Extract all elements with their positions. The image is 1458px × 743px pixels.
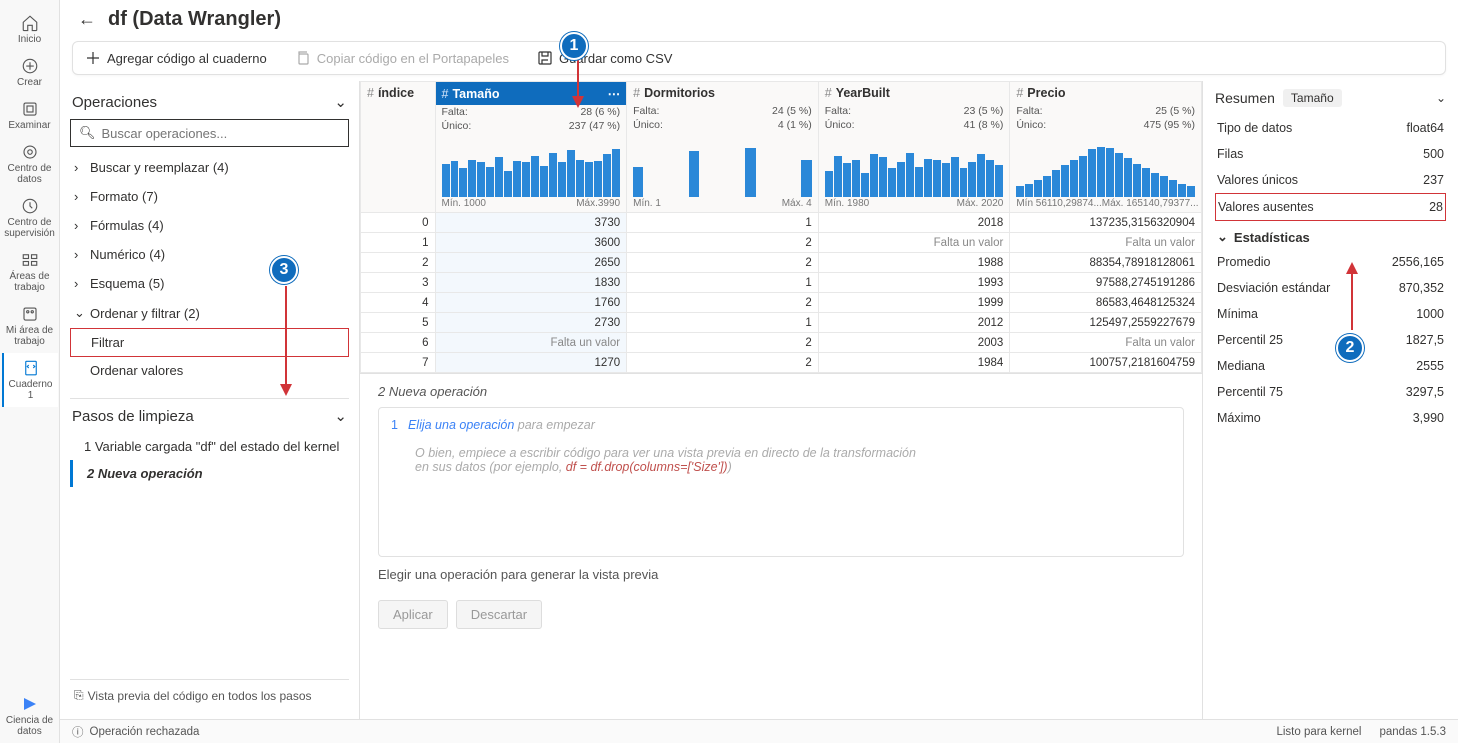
summary-row: Valores ausentes28 <box>1215 193 1446 221</box>
stats-row: Percentil 753297,5 <box>1215 379 1446 405</box>
table-row[interactable]: 0373012018137235,3156320904 <box>361 213 1202 233</box>
summary-title: Resumen <box>1215 90 1275 106</box>
status-kernel: Listo para kernel <box>1276 726 1361 738</box>
code-icon: ⎘ <box>74 688 84 703</box>
data-grid[interactable]: #índice#Tamaño⋯Falta:28 (6 %)Único:237 (… <box>360 81 1202 373</box>
search-operations[interactable]: 🔍︎ <box>70 119 349 147</box>
chevron-down-icon: ⌄ <box>74 305 84 321</box>
operations-panel: Operaciones ⌄ 🔍︎ ›Buscar y reemplazar (4… <box>60 81 360 719</box>
column-header[interactable]: #PrecioFalta:25 (5 %)Único:475 (95 %)Mín… <box>1010 82 1202 213</box>
cleaning-step[interactable]: 1 Variable cargada "df" del estado del k… <box>70 433 349 460</box>
back-button[interactable]: ← <box>78 9 96 30</box>
callout-1: 1 <box>560 32 588 60</box>
nav-centro-datos[interactable]: Centro de datos <box>2 137 58 191</box>
code-editor[interactable]: 1Elija una operación para empezar O bien… <box>378 407 1184 557</box>
chevron-down-icon: ⌄ <box>1217 229 1228 245</box>
column-header[interactable]: #DormitoriosFalta:24 (5 %)Único:4 (1 %)M… <box>627 82 819 213</box>
nav-inicio[interactable]: Inicio <box>2 8 58 51</box>
column-header[interactable]: #Tamaño⋯Falta:28 (6 %)Único:237 (47 %)Mí… <box>435 82 627 213</box>
page-title: df (Data Wrangler) <box>108 8 281 31</box>
callout-3: 3 <box>270 256 298 284</box>
stats-row: Percentil 251827,5 <box>1215 327 1446 353</box>
chevron-down-icon[interactable]: ⌄ <box>1436 91 1446 105</box>
column-header[interactable]: #YearBuiltFalta:23 (5 %)Único:41 (8 %)Mí… <box>818 82 1010 213</box>
info-icon: ⓘ <box>72 724 84 740</box>
copy-code-button[interactable]: Copiar código en el Portapapeles <box>295 50 509 66</box>
op-category[interactable]: ›Formato (7) <box>70 182 349 211</box>
summary-row: Tipo de datosfloat64 <box>1215 115 1446 141</box>
steps-title: Pasos de limpieza <box>72 408 194 425</box>
stats-row: Desviación estándar870,352 <box>1215 275 1446 301</box>
status-pandas: pandas 1.5.3 <box>1379 726 1446 738</box>
nav-ciencia-datos[interactable]: Ciencia de datos <box>2 689 58 743</box>
chevron-right-icon: › <box>74 160 84 175</box>
cleaning-step[interactable]: 2 Nueva operación <box>70 460 349 487</box>
chevron-right-icon: › <box>74 247 84 262</box>
summary-panel: Resumen Tamaño ⌄ Tipo de datosfloat64Fil… <box>1203 81 1458 719</box>
search-input[interactable] <box>102 126 340 141</box>
nav-centro-supervision[interactable]: Centro de supervisión <box>2 191 58 245</box>
add-code-button[interactable]: Agregar código al cuaderno <box>85 50 267 66</box>
more-icon[interactable]: ⋯ <box>608 86 621 101</box>
op-category[interactable]: ⌄Ordenar y filtrar (2) <box>70 298 349 328</box>
apply-button[interactable]: Aplicar <box>378 600 448 629</box>
table-row[interactable]: 417602199986583,4648125324 <box>361 293 1202 313</box>
summary-row: Filas500 <box>1215 141 1446 167</box>
callout-2: 2 <box>1336 334 1364 362</box>
newop-tab: 2 Nueva operación <box>378 384 1184 399</box>
nav-examinar[interactable]: Examinar <box>2 94 58 137</box>
table-row[interactable]: 136002Falta un valorFalta un valor <box>361 233 1202 253</box>
chevron-down-icon[interactable]: ⌄ <box>334 93 347 111</box>
op-category[interactable]: ›Numérico (4) <box>70 240 349 269</box>
stats-row: Promedio2556,165 <box>1215 249 1446 275</box>
operations-title: Operaciones <box>72 94 157 111</box>
table-row[interactable]: 6Falta un valor22003Falta un valor <box>361 333 1202 353</box>
chevron-right-icon: › <box>74 276 84 291</box>
stats-header[interactable]: ⌄ Estadísticas <box>1215 221 1446 249</box>
op-category[interactable]: ›Fórmulas (4) <box>70 211 349 240</box>
table-row[interactable]: 5273012012125497,2559227679 <box>361 313 1202 333</box>
stats-row: Mediana2555 <box>1215 353 1446 379</box>
status-left: Operación rechazada <box>90 726 200 738</box>
nav-cuaderno[interactable]: Cuaderno 1 <box>2 353 58 407</box>
table-row[interactable]: 318301199397588,2745191286 <box>361 273 1202 293</box>
data-area: #índice#Tamaño⋯Falta:28 (6 %)Único:237 (… <box>360 81 1203 719</box>
toolbar: Agregar código al cuaderno Copiar código… <box>72 41 1446 75</box>
nav-rail: Inicio Crear Examinar Centro de datos Ce… <box>0 0 60 743</box>
op-sub-item[interactable]: Filtrar <box>70 328 349 357</box>
table-row[interactable]: 7127021984100757,2181604759 <box>361 353 1202 373</box>
summary-column-pill: Tamaño <box>1283 89 1342 107</box>
stats-row: Máximo3,990 <box>1215 405 1446 431</box>
op-category[interactable]: ›Buscar y reemplazar (4) <box>70 153 349 182</box>
op-sub-item[interactable]: Ordenar valores <box>70 357 349 384</box>
chevron-down-icon[interactable]: ⌄ <box>334 407 347 425</box>
op-footer-text: Elegir una operación para generar la vis… <box>378 557 1184 592</box>
save-csv-button[interactable]: Guardar como CSV <box>537 50 672 66</box>
nav-areas-trabajo[interactable]: Áreas de trabajo <box>2 245 58 299</box>
status-bar: ⓘ Operación rechazada Listo para kernel … <box>60 719 1458 743</box>
nav-mi-area[interactable]: Mi área de trabajo <box>2 299 58 353</box>
new-operation-panel: 2 Nueva operación 1Elija una operación p… <box>360 374 1202 639</box>
op-category[interactable]: ›Esquema (5) <box>70 269 349 298</box>
chevron-right-icon: › <box>74 218 84 233</box>
chevron-right-icon: › <box>74 189 84 204</box>
stats-row: Mínima1000 <box>1215 301 1446 327</box>
search-icon: 🔍︎ <box>79 125 96 141</box>
discard-button[interactable]: Descartar <box>456 600 542 629</box>
nav-crear[interactable]: Crear <box>2 51 58 94</box>
summary-row: Valores únicos237 <box>1215 167 1446 193</box>
column-header[interactable]: #índice <box>361 82 436 213</box>
header: ← df (Data Wrangler) <box>60 0 1458 35</box>
show-code-preview[interactable]: ⎘ Vista previa del código en todos los p… <box>70 679 349 711</box>
table-row[interactable]: 226502198888354,78918128061 <box>361 253 1202 273</box>
